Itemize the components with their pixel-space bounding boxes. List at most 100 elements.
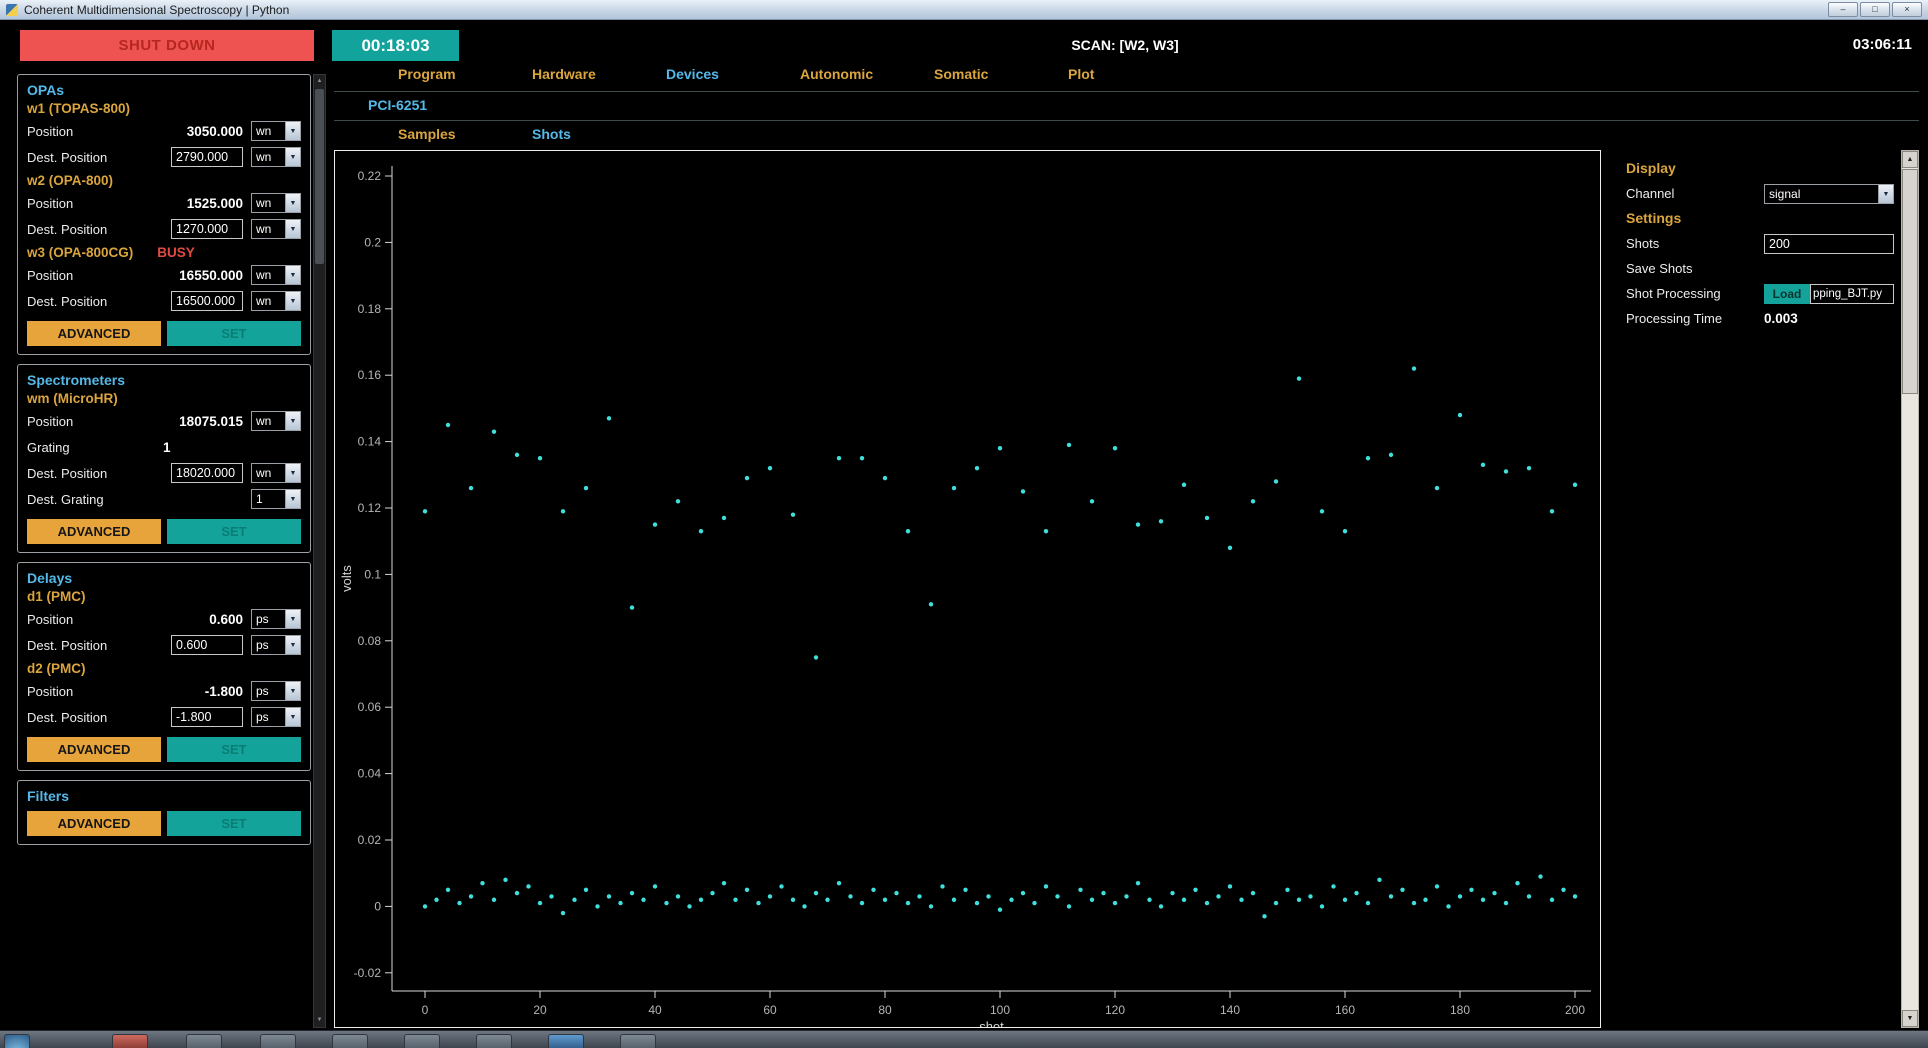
- d1-position-label: Position: [27, 611, 74, 627]
- d2-units-select[interactable]: ps ▼: [251, 681, 301, 701]
- scroll-up-icon[interactable]: ▲: [314, 75, 325, 88]
- tab-hardware[interactable]: Hardware: [532, 66, 666, 86]
- shot-processing-file-input[interactable]: [1810, 283, 1894, 304]
- tab-shots[interactable]: Shots: [532, 126, 666, 146]
- main-scrollbar[interactable]: ▲ ▼: [1901, 150, 1919, 1028]
- filters-advanced-button[interactable]: ADVANCED: [27, 811, 161, 836]
- svg-text:0.04: 0.04: [358, 767, 382, 781]
- shots-scatter-plot: 0.22 0.2 0.18 0.16 0.14 0.12 0.1 0.08 0.06 0.04 0.…: [334, 150, 1601, 1028]
- taskbar-icon[interactable]: [112, 1034, 148, 1048]
- d2-position-label: Position: [27, 683, 74, 699]
- d1-units-value: ps: [256, 612, 269, 626]
- svg-text:80: 80: [878, 1003, 892, 1017]
- dropdown-arrow-icon: ▼: [285, 148, 300, 166]
- shot-processing-label: Shot Processing: [1626, 286, 1721, 301]
- opas-panel: OPAs w1 (TOPAS-800) Position 3050.000 wn…: [17, 74, 311, 355]
- spectrometers-buttons: ADVANCED SET: [27, 519, 301, 544]
- channel-label: Channel: [1626, 186, 1675, 201]
- maximize-icon[interactable]: □: [1860, 2, 1890, 17]
- start-button[interactable]: [4, 1034, 30, 1048]
- w3-units-select[interactable]: wn ▼: [251, 265, 301, 285]
- w1-dest-input[interactable]: [171, 147, 243, 167]
- delays-set-button[interactable]: SET: [167, 737, 301, 762]
- tab-somatic[interactable]: Somatic: [934, 66, 1068, 86]
- w3-position-label: Position: [27, 267, 74, 283]
- opas-advanced-button[interactable]: ADVANCED: [27, 321, 161, 346]
- taskbar-icon[interactable]: [186, 1034, 222, 1048]
- scroll-up-icon[interactable]: ▲: [1902, 151, 1918, 168]
- w3-position-row: Position 16550.000 wn ▼: [27, 262, 301, 288]
- d2-dest-label: Dest. Position: [27, 709, 108, 725]
- tab-program[interactable]: Program: [398, 66, 532, 86]
- taskbar-icon[interactable]: [332, 1034, 368, 1048]
- svg-text:100: 100: [990, 1003, 1010, 1017]
- w1-dest-units-select[interactable]: wn ▼: [251, 147, 301, 167]
- w2-name: w2 (OPA-800): [27, 173, 301, 188]
- d2-units-value: ps: [256, 684, 269, 698]
- tab-samples[interactable]: Samples: [398, 126, 532, 146]
- w2-units-select[interactable]: wn ▼: [251, 193, 301, 213]
- d2-dest-units-select[interactable]: ps ▼: [251, 707, 301, 727]
- dropdown-arrow-icon: ▼: [285, 412, 300, 430]
- wm-dest-units-select[interactable]: wn ▼: [251, 463, 301, 483]
- plot-canvas: 0.22 0.2 0.18 0.16 0.14 0.12 0.1 0.08 0.06 0.04 0.…: [339, 166, 1591, 1027]
- shutdown-button[interactable]: SHUT DOWN: [20, 30, 314, 61]
- channel-select[interactable]: signal ▼: [1764, 183, 1894, 204]
- svg-text:0.02: 0.02: [358, 833, 382, 847]
- tab-autonomic[interactable]: Autonomic: [800, 66, 934, 86]
- wm-dest-input[interactable]: [171, 463, 243, 483]
- wm-name: wm (MicroHR): [27, 391, 301, 406]
- sidebar-scrollbar[interactable]: ▲ ▼: [313, 74, 326, 1028]
- spectrometers-set-button[interactable]: SET: [167, 519, 301, 544]
- taskbar-icon[interactable]: [476, 1034, 512, 1048]
- main-scrollbar-thumb[interactable]: [1902, 169, 1918, 394]
- scroll-down-icon[interactable]: ▼: [1902, 1010, 1918, 1027]
- system-clock: 03:06:11: [1852, 36, 1912, 53]
- taskbar-icon[interactable]: [620, 1034, 656, 1048]
- w3-position-value: 16550.000: [179, 267, 243, 283]
- sidebar-scrollbar-thumb[interactable]: [315, 89, 324, 264]
- taskbar-icon[interactable]: [404, 1034, 440, 1048]
- filters-panel: Filters ADVANCED SET: [17, 780, 311, 845]
- d1-dest-input[interactable]: [171, 635, 243, 655]
- w2-dest-input[interactable]: [171, 219, 243, 239]
- wm-grating-label: Grating: [27, 439, 70, 455]
- spectrometers-header: Spectrometers: [27, 372, 126, 388]
- tab-devices[interactable]: Devices: [666, 66, 800, 86]
- w2-dest-units-select[interactable]: wn ▼: [251, 219, 301, 239]
- w3-dest-units-value: wn: [256, 294, 272, 308]
- wm-dest-grating-select[interactable]: 1 ▼: [251, 489, 301, 509]
- w2-units-value: wn: [256, 196, 272, 210]
- minimize-icon[interactable]: –: [1828, 2, 1858, 17]
- close-icon[interactable]: ×: [1892, 2, 1922, 17]
- w3-dest-input[interactable]: [171, 291, 243, 311]
- dropdown-arrow-icon: ▼: [285, 194, 300, 212]
- d1-units-select[interactable]: ps ▼: [251, 609, 301, 629]
- dropdown-arrow-icon: ▼: [285, 682, 300, 700]
- load-button[interactable]: Load: [1764, 283, 1810, 304]
- scroll-down-icon[interactable]: ▼: [314, 1014, 325, 1027]
- w2-name-label: w2 (OPA-800): [27, 173, 114, 188]
- svg-text:0.2: 0.2: [364, 235, 381, 249]
- svg-text:-0.02: -0.02: [354, 966, 382, 980]
- delays-advanced-button[interactable]: ADVANCED: [27, 737, 161, 762]
- opas-set-button[interactable]: SET: [167, 321, 301, 346]
- w1-units-select[interactable]: wn ▼: [251, 121, 301, 141]
- wm-units-select[interactable]: wn ▼: [251, 411, 301, 431]
- spectrometers-advanced-button[interactable]: ADVANCED: [27, 519, 161, 544]
- dropdown-arrow-icon: ▼: [285, 464, 300, 482]
- filters-set-button[interactable]: SET: [167, 811, 301, 836]
- tab-pci-6251[interactable]: PCI-6251: [368, 97, 502, 117]
- w3-dest-units-select[interactable]: wn ▼: [251, 291, 301, 311]
- taskbar-icon[interactable]: [548, 1034, 584, 1048]
- svg-text:60: 60: [763, 1003, 777, 1017]
- shots-input[interactable]: [1764, 233, 1894, 254]
- d2-dest-input[interactable]: [171, 707, 243, 727]
- d2-position-value: -1.800: [204, 683, 243, 699]
- d1-dest-units-select[interactable]: ps ▼: [251, 635, 301, 655]
- tab-plot[interactable]: Plot: [1068, 66, 1202, 86]
- taskbar-icon[interactable]: [260, 1034, 296, 1048]
- w2-position-row: Position 1525.000 wn ▼: [27, 190, 301, 216]
- d2-dest-units-value: ps: [256, 710, 269, 724]
- svg-text:0.22: 0.22: [358, 169, 382, 183]
